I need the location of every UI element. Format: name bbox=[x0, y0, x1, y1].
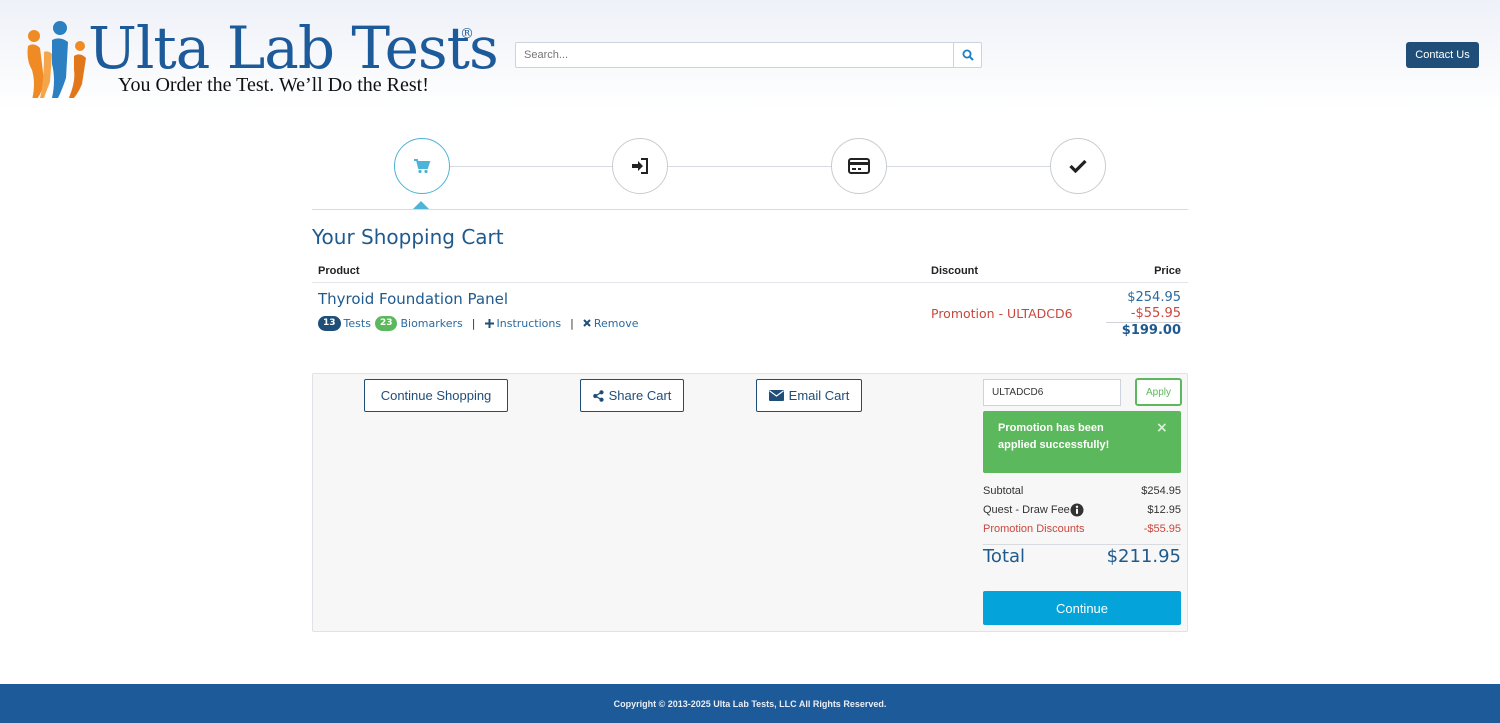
subtotal-label: Subtotal bbox=[983, 485, 1024, 497]
price-discount: -$55.95 bbox=[1130, 306, 1181, 321]
product-meta: 13 Tests 23 Biomarkers | Instructions | … bbox=[318, 315, 638, 331]
column-header-price: Price bbox=[1154, 265, 1181, 277]
step-payment[interactable] bbox=[831, 138, 887, 194]
logo-figures-icon bbox=[27, 21, 86, 98]
instructions-label: Instructions bbox=[496, 316, 562, 330]
search-input[interactable] bbox=[515, 42, 954, 68]
total-value: $211.95 bbox=[1106, 546, 1181, 567]
discount-label: Promotion - ULTADCD6 bbox=[931, 306, 1073, 321]
share-cart-label: Share Cart bbox=[608, 388, 672, 403]
brand-tagline: You Order the Test. We’ll Do the Rest! bbox=[118, 74, 429, 96]
price-original: $254.95 bbox=[1127, 290, 1181, 305]
promo-success-alert: Promotion has been applied successfully! bbox=[983, 411, 1181, 473]
tests-count-badge: 13 bbox=[318, 315, 341, 331]
email-cart-label: Email Cart bbox=[788, 388, 850, 403]
email-cart-button[interactable]: Email Cart bbox=[756, 379, 862, 412]
separator: | bbox=[570, 316, 574, 330]
envelope-icon bbox=[768, 390, 784, 401]
step-cart[interactable] bbox=[394, 138, 450, 194]
remove-label: Remove bbox=[593, 316, 639, 330]
info-icon[interactable] bbox=[1070, 503, 1084, 517]
credit-card-icon bbox=[848, 158, 870, 174]
draw-fee-label: Quest - Draw Fee bbox=[983, 504, 1070, 516]
promo-discounts-label: Promotion Discounts bbox=[983, 523, 1085, 535]
share-icon bbox=[592, 389, 604, 402]
plus-icon bbox=[484, 318, 494, 328]
product-name-link[interactable]: Thyroid Foundation Panel bbox=[318, 290, 508, 308]
step-sign-in[interactable] bbox=[612, 138, 668, 194]
search-icon bbox=[962, 49, 974, 61]
page-title: Your Shopping Cart bbox=[312, 225, 504, 249]
check-icon bbox=[1069, 159, 1087, 173]
copyright-text: Copyright © 2013-2025 Ulta Lab Tests, LL… bbox=[613, 698, 887, 709]
step-confirm[interactable] bbox=[1050, 138, 1106, 194]
cart-icon bbox=[414, 159, 431, 174]
total-label: Total bbox=[983, 546, 1026, 567]
stepper-divider bbox=[312, 209, 1188, 210]
biomarkers-count-badge: 23 bbox=[374, 315, 398, 331]
instructions-link[interactable]: Instructions bbox=[484, 316, 562, 330]
close-icon bbox=[583, 319, 591, 327]
promo-discounts-value: -$55.95 bbox=[1143, 523, 1181, 535]
promo-success-message: Promotion has been applied successfully! bbox=[998, 422, 1110, 451]
search-button[interactable] bbox=[953, 42, 982, 68]
registered-mark: ® bbox=[460, 26, 474, 42]
brand-name: Ulta Lab Tests bbox=[88, 14, 499, 82]
separator: | bbox=[471, 316, 476, 330]
draw-fee-value: $12.95 bbox=[1147, 504, 1181, 516]
brand-logo[interactable]: Ulta Lab Tests ® You Order the Test. We’… bbox=[22, 16, 499, 102]
price-final: $199.00 bbox=[1121, 323, 1181, 338]
biomarkers-label[interactable]: Biomarkers bbox=[400, 317, 462, 330]
remove-link[interactable]: Remove bbox=[583, 316, 639, 330]
continue-shopping-button[interactable]: Continue Shopping bbox=[364, 379, 508, 412]
sign-in-icon bbox=[632, 158, 648, 174]
share-cart-button[interactable]: Share Cart bbox=[580, 379, 684, 412]
step-connector bbox=[450, 166, 613, 167]
column-header-discount: Discount bbox=[931, 265, 979, 277]
active-step-pointer bbox=[413, 201, 429, 209]
total-rule bbox=[983, 544, 1181, 545]
continue-shopping-label: Continue Shopping bbox=[380, 388, 492, 403]
alert-close-icon[interactable]: × bbox=[1156, 420, 1168, 436]
subtotal-value: $254.95 bbox=[1141, 485, 1181, 497]
footer: Copyright © 2013-2025 Ulta Lab Tests, LL… bbox=[0, 684, 1500, 723]
tests-label[interactable]: Tests bbox=[344, 317, 371, 330]
continue-checkout-button[interactable]: Continue bbox=[983, 591, 1181, 625]
step-connector bbox=[668, 166, 832, 167]
apply-promo-button[interactable]: Apply bbox=[1135, 378, 1182, 406]
column-header-product: Product bbox=[318, 265, 360, 277]
table-header-rule bbox=[312, 282, 1188, 283]
step-connector bbox=[887, 166, 1051, 167]
contact-us-button[interactable]: Contact Us bbox=[1406, 42, 1479, 68]
promo-code-input[interactable] bbox=[983, 379, 1121, 406]
